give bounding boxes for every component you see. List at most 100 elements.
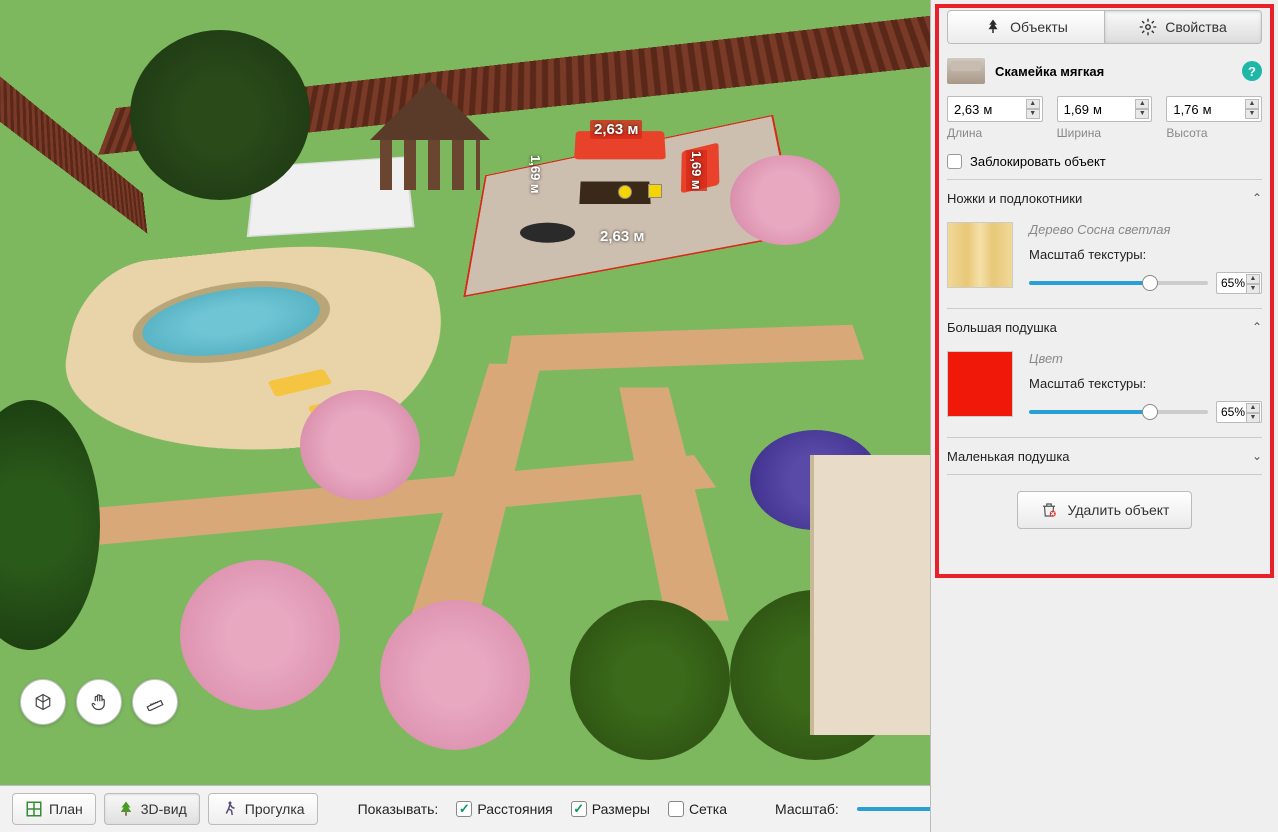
stepper-down[interactable]: ▼	[1245, 109, 1259, 119]
section-small-cushion: Маленькая подушка ⌄	[947, 437, 1262, 475]
house[interactable]	[810, 455, 930, 735]
tab-objects-label: Объекты	[1010, 19, 1068, 35]
length-caption: Длина	[947, 126, 1043, 140]
checkbox-icon	[947, 154, 962, 169]
section-big-cushion-title: Большая подушка	[947, 320, 1057, 335]
section-small-cushion-header[interactable]: Маленькая подушка ⌄	[947, 438, 1262, 474]
tab-properties[interactable]: Свойства	[1104, 11, 1261, 43]
texture-scale-label: Масштаб текстуры:	[1029, 376, 1262, 391]
orbit-tool-button[interactable]	[20, 679, 66, 725]
section-big-cushion: Большая подушка ⌃ Цвет Масштаб текстуры:…	[947, 308, 1262, 437]
tree[interactable]	[130, 30, 310, 200]
object-header: Скамейка мягкая ?	[947, 58, 1262, 84]
trash-icon	[1040, 501, 1058, 519]
shrub-pink[interactable]	[730, 155, 840, 245]
coffee-table[interactable]	[579, 181, 650, 204]
length-value: 2,63	[954, 102, 979, 117]
panel-tabs: Объекты Свойства	[947, 10, 1262, 44]
slider-thumb[interactable]	[1142, 404, 1158, 420]
gear-icon	[1139, 18, 1157, 36]
tree3d-icon	[117, 800, 135, 818]
length-unit: м	[983, 102, 1025, 117]
object-name: Скамейка мягкая	[995, 64, 1232, 79]
check-icon: ✓	[456, 801, 472, 817]
stepper-down[interactable]: ▼	[1246, 413, 1260, 423]
delete-object-button[interactable]: Удалить объект	[1017, 491, 1193, 529]
height-caption: Высота	[1166, 126, 1262, 140]
gazebo[interactable]	[370, 80, 490, 180]
delete-label: Удалить объект	[1068, 502, 1170, 518]
dimension-label: 1,69 м	[686, 150, 707, 191]
sizes-label: Размеры	[592, 801, 650, 817]
dimension-label: 2,63 м	[590, 120, 642, 139]
dimensions-row: 2,63 м ▲▼ Длина 1,69 м ▲▼ Ширина 1,76 м	[947, 96, 1262, 140]
check-icon: ✓	[571, 801, 587, 817]
texture-scale-value[interactable]: 65% ▲▼	[1216, 272, 1262, 294]
chevron-down-icon: ⌄	[1252, 449, 1262, 463]
tree[interactable]	[570, 600, 730, 760]
objects-icon	[984, 18, 1002, 36]
tab-properties-label: Свойства	[1165, 19, 1226, 35]
viewport-tools	[20, 679, 178, 725]
section-big-cushion-header[interactable]: Большая подушка ⌃	[947, 309, 1262, 345]
zoom-label: Масштаб:	[775, 801, 839, 817]
check-icon	[668, 801, 684, 817]
grid-label: Сетка	[689, 801, 727, 817]
3d-view-label: 3D-вид	[141, 801, 187, 817]
texture-scale-label: Масштаб текстуры:	[1029, 247, 1262, 262]
pan-tool-button[interactable]	[76, 679, 122, 725]
grid-checkbox[interactable]: Сетка	[668, 801, 727, 817]
length-input[interactable]: 2,63 м ▲▼	[947, 96, 1043, 122]
lock-object-checkbox[interactable]: Заблокировать объект	[947, 154, 1262, 169]
shrub-pink[interactable]	[300, 390, 420, 500]
round-table[interactable]	[519, 223, 575, 243]
plan-view-button[interactable]: План	[12, 793, 96, 825]
dimension-label: 2,63 м	[600, 228, 644, 245]
material-name: Цвет	[1029, 351, 1262, 366]
sizes-checkbox[interactable]: ✓ Размеры	[571, 801, 650, 817]
chevron-up-icon: ⌃	[1252, 320, 1262, 334]
height-value: 1,76	[1173, 102, 1198, 117]
material-swatch-wood[interactable]	[947, 222, 1013, 288]
tab-objects[interactable]: Объекты	[948, 11, 1104, 43]
distances-label: Расстояния	[477, 801, 552, 817]
viewport-3d[interactable]: 2,63 м 2,63 м 1,69 м 1,69 м	[0, 0, 930, 785]
stepper-down[interactable]: ▼	[1246, 284, 1260, 294]
slider-thumb[interactable]	[1142, 275, 1158, 291]
object-thumbnail	[947, 58, 985, 84]
stepper-down[interactable]: ▼	[1135, 109, 1149, 119]
walk-view-label: Прогулка	[245, 801, 305, 817]
stepper-down[interactable]: ▼	[1026, 109, 1040, 119]
material-swatch-color[interactable]	[947, 351, 1013, 417]
stepper-up[interactable]: ▲	[1245, 99, 1259, 109]
shrub-pink[interactable]	[380, 600, 530, 750]
height-input[interactable]: 1,76 м ▲▼	[1166, 96, 1262, 122]
shrub-pink[interactable]	[180, 560, 340, 710]
stepper-up[interactable]: ▲	[1026, 99, 1040, 109]
width-value: 1,69	[1064, 102, 1089, 117]
chevron-up-icon: ⌃	[1252, 191, 1262, 205]
section-legs-title: Ножки и подлокотники	[947, 191, 1082, 206]
distances-checkbox[interactable]: ✓ Расстояния	[456, 801, 552, 817]
height-unit: м	[1203, 102, 1245, 117]
help-button[interactable]: ?	[1242, 61, 1262, 81]
stepper-up[interactable]: ▲	[1135, 99, 1149, 109]
width-input[interactable]: 1,69 м ▲▼	[1057, 96, 1153, 122]
section-legs-header[interactable]: Ножки и подлокотники ⌃	[947, 180, 1262, 216]
cube-icon	[34, 693, 52, 711]
measure-tool-button[interactable]	[132, 679, 178, 725]
texture-scale-slider[interactable]	[1029, 281, 1208, 285]
section-small-cushion-title: Маленькая подушка	[947, 449, 1070, 464]
stepper-up[interactable]: ▲	[1246, 403, 1260, 413]
3d-view-button[interactable]: 3D-вид	[104, 793, 200, 825]
dimension-label: 1,69 м	[528, 155, 543, 194]
gizmo-scale-handle[interactable]	[648, 184, 662, 198]
hand-icon	[90, 693, 108, 711]
walk-view-button[interactable]: Прогулка	[208, 793, 318, 825]
stepper-up[interactable]: ▲	[1246, 274, 1260, 284]
texture-scale-value[interactable]: 65% ▲▼	[1216, 401, 1262, 423]
texture-scale-slider[interactable]	[1029, 410, 1208, 414]
section-legs: Ножки и подлокотники ⌃ Дерево Сосна свет…	[947, 179, 1262, 308]
show-label: Показывать:	[358, 801, 439, 817]
gizmo-rotate-handle[interactable]	[618, 185, 632, 199]
